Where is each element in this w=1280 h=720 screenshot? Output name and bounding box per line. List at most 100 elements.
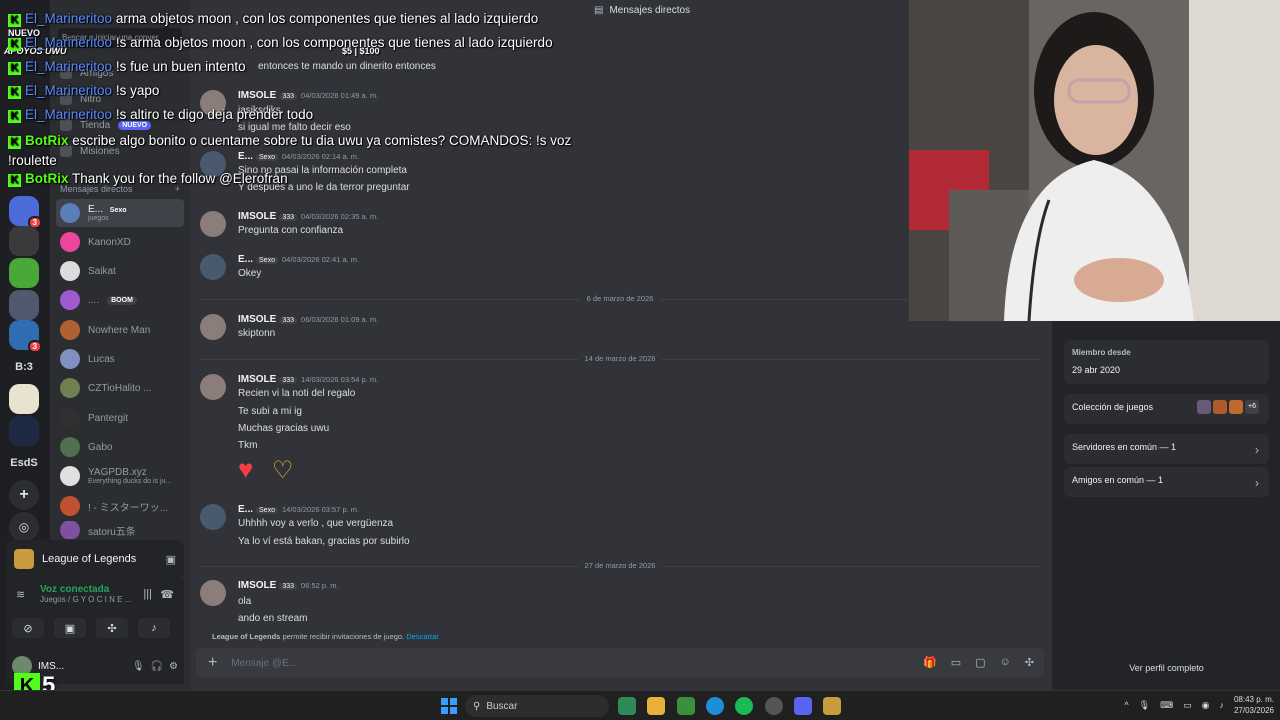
windows-start-icon[interactable]: [441, 698, 457, 714]
dm-item[interactable]: Lucas: [56, 345, 184, 373]
dm-item[interactable]: Nowhere Man: [56, 316, 184, 344]
server-icon[interactable]: [9, 384, 39, 414]
apps-icon[interactable]: ✣: [1025, 656, 1034, 669]
message-input[interactable]: Mensaje @E...: [231, 658, 297, 669]
dm-item[interactable]: Saikat: [56, 257, 184, 285]
server-icon[interactable]: [9, 290, 39, 320]
date-divider-label: 6 de marzo de 2026: [580, 294, 660, 303]
message-composer[interactable]: + Mensaje @E... 🎁 ▭ ▢ ☺ ✣: [196, 648, 1044, 678]
heart-emoji: ♥: [238, 454, 254, 484]
keyboard-icon[interactable]: ⌨: [1160, 700, 1173, 711]
add-server-button[interactable]: +: [9, 480, 39, 510]
attach-plus-icon[interactable]: +: [208, 654, 217, 672]
server-b3[interactable]: B:3: [9, 352, 39, 382]
dismiss-link[interactable]: Descartar: [406, 632, 439, 641]
server-icon[interactable]: 3: [9, 320, 42, 353]
dm-item[interactable]: CZTioHalito ...: [56, 374, 184, 402]
avatar[interactable]: [200, 504, 226, 530]
dm-item[interactable]: Pantergit: [56, 404, 184, 432]
view-full-profile-link[interactable]: Ver perfil completo: [1064, 663, 1269, 673]
mutual-friends-card[interactable]: Amigos en común — 1 ›: [1064, 467, 1269, 497]
message-line: Okey: [238, 268, 262, 279]
avatar: [60, 496, 80, 516]
avatar[interactable]: [200, 314, 226, 340]
clock[interactable]: 08:43 p. m. 27/03/2026: [1234, 694, 1274, 716]
dm-item[interactable]: ! - ミスターワッ...: [56, 492, 184, 520]
voice-channel[interactable]: Juegos / G Y O C I N E ...: [40, 595, 176, 604]
user-name[interactable]: IMS...: [38, 661, 64, 672]
mutual-servers-card[interactable]: Servidores en común — 1 ›: [1064, 434, 1269, 464]
message-line: Muchas gracias uwu: [238, 423, 330, 434]
headset-icon[interactable]: 🎧: [151, 661, 163, 672]
signal-icon[interactable]: ≋: [16, 588, 25, 601]
mic-tray-icon[interactable]: 🎙: [1139, 700, 1150, 711]
league-client-icon[interactable]: [823, 697, 841, 715]
author[interactable]: E...: [238, 151, 253, 162]
settings-gear-icon[interactable]: ⚙: [169, 661, 178, 672]
server-icon[interactable]: [9, 416, 39, 446]
author[interactable]: IMSOLE: [238, 314, 276, 325]
nav-nitro[interactable]: Nitro: [58, 88, 182, 110]
dm-item[interactable]: Gabo: [56, 433, 184, 461]
steam-icon[interactable]: [765, 697, 783, 715]
message-line: jasiksdjks: [238, 105, 281, 116]
create-dm-button[interactable]: +: [175, 184, 180, 194]
nav-shop[interactable]: Tienda NUEVO: [58, 114, 182, 136]
avatar[interactable]: [200, 374, 226, 400]
author[interactable]: IMSOLE: [238, 580, 276, 591]
avatar[interactable]: [200, 211, 226, 237]
camera-off-icon[interactable]: ⊘: [12, 618, 44, 638]
chevron-up-icon[interactable]: ^: [1124, 700, 1128, 710]
mic-icon[interactable]: 🎙: [132, 661, 145, 672]
noise-icon[interactable]: |||: [143, 588, 152, 600]
author[interactable]: E...: [238, 504, 253, 515]
dm-item[interactable]: satoru五条: [56, 521, 184, 539]
soundboard-icon[interactable]: ♪: [138, 618, 170, 638]
dm-item[interactable]: E... Sexo juegos: [56, 199, 184, 227]
server-esds[interactable]: EsdS: [9, 448, 39, 478]
app-icon[interactable]: [618, 697, 636, 715]
activity-panel[interactable]: League of Legends ▣: [6, 540, 184, 578]
avatar[interactable]: [200, 580, 226, 606]
taskbar-search[interactable]: ⚲ Buscar: [465, 695, 609, 717]
share-screen-icon[interactable]: ▣: [54, 618, 86, 638]
volume-icon[interactable]: ♪: [1219, 700, 1224, 710]
dm-item[interactable]: .... BOOM: [56, 286, 184, 314]
server-icon[interactable]: [9, 258, 39, 288]
battery-icon[interactable]: ▭: [1183, 700, 1192, 711]
server-icon[interactable]: 3: [9, 196, 42, 229]
author[interactable]: IMSOLE: [238, 374, 276, 385]
screen-share-icon[interactable]: ▣: [166, 553, 176, 566]
author[interactable]: IMSOLE: [238, 90, 276, 101]
author-tag: 333: [279, 583, 298, 590]
avatar[interactable]: [200, 254, 226, 280]
webcam-image: [909, 0, 1280, 321]
discord-icon[interactable]: [794, 697, 812, 715]
minecraft-icon[interactable]: [677, 697, 695, 715]
edge-icon[interactable]: [706, 697, 724, 715]
gift-icon[interactable]: 🎁: [923, 656, 937, 669]
server-icon[interactable]: [9, 226, 39, 256]
network-icon[interactable]: ◉: [1202, 700, 1210, 711]
dm-item[interactable]: YAGPDB.xyz Everything ducks do is ju...: [56, 462, 184, 490]
clock-date: 27/03/2026: [1233, 706, 1274, 715]
disconnect-icon[interactable]: ☎: [160, 588, 174, 601]
author[interactable]: E...: [238, 254, 253, 265]
emoji-icon[interactable]: ☺: [1000, 656, 1011, 669]
nav-friends[interactable]: Amigos: [58, 62, 182, 84]
avatar: [60, 261, 80, 281]
game-collection-card[interactable]: Colección de juegos +6: [1064, 394, 1269, 424]
voice-buttons: ⊘ ▣ ✣ ♪: [12, 618, 170, 638]
avatar[interactable]: [200, 151, 226, 177]
gif-icon[interactable]: ▭: [951, 656, 961, 669]
author[interactable]: IMSOLE: [238, 211, 276, 222]
activities-icon[interactable]: ✣: [96, 618, 128, 638]
dm-item[interactable]: KanonXD: [56, 228, 184, 256]
discover-icon[interactable]: ◎: [9, 512, 39, 542]
nav-quests[interactable]: Misiones: [58, 140, 182, 162]
avatar[interactable]: [200, 90, 226, 116]
file-explorer-icon[interactable]: [647, 697, 665, 715]
sticker-icon[interactable]: ▢: [975, 656, 985, 669]
spotify-icon[interactable]: [735, 697, 753, 715]
search-input[interactable]: Buscar o iniciar una conver: [58, 28, 182, 48]
